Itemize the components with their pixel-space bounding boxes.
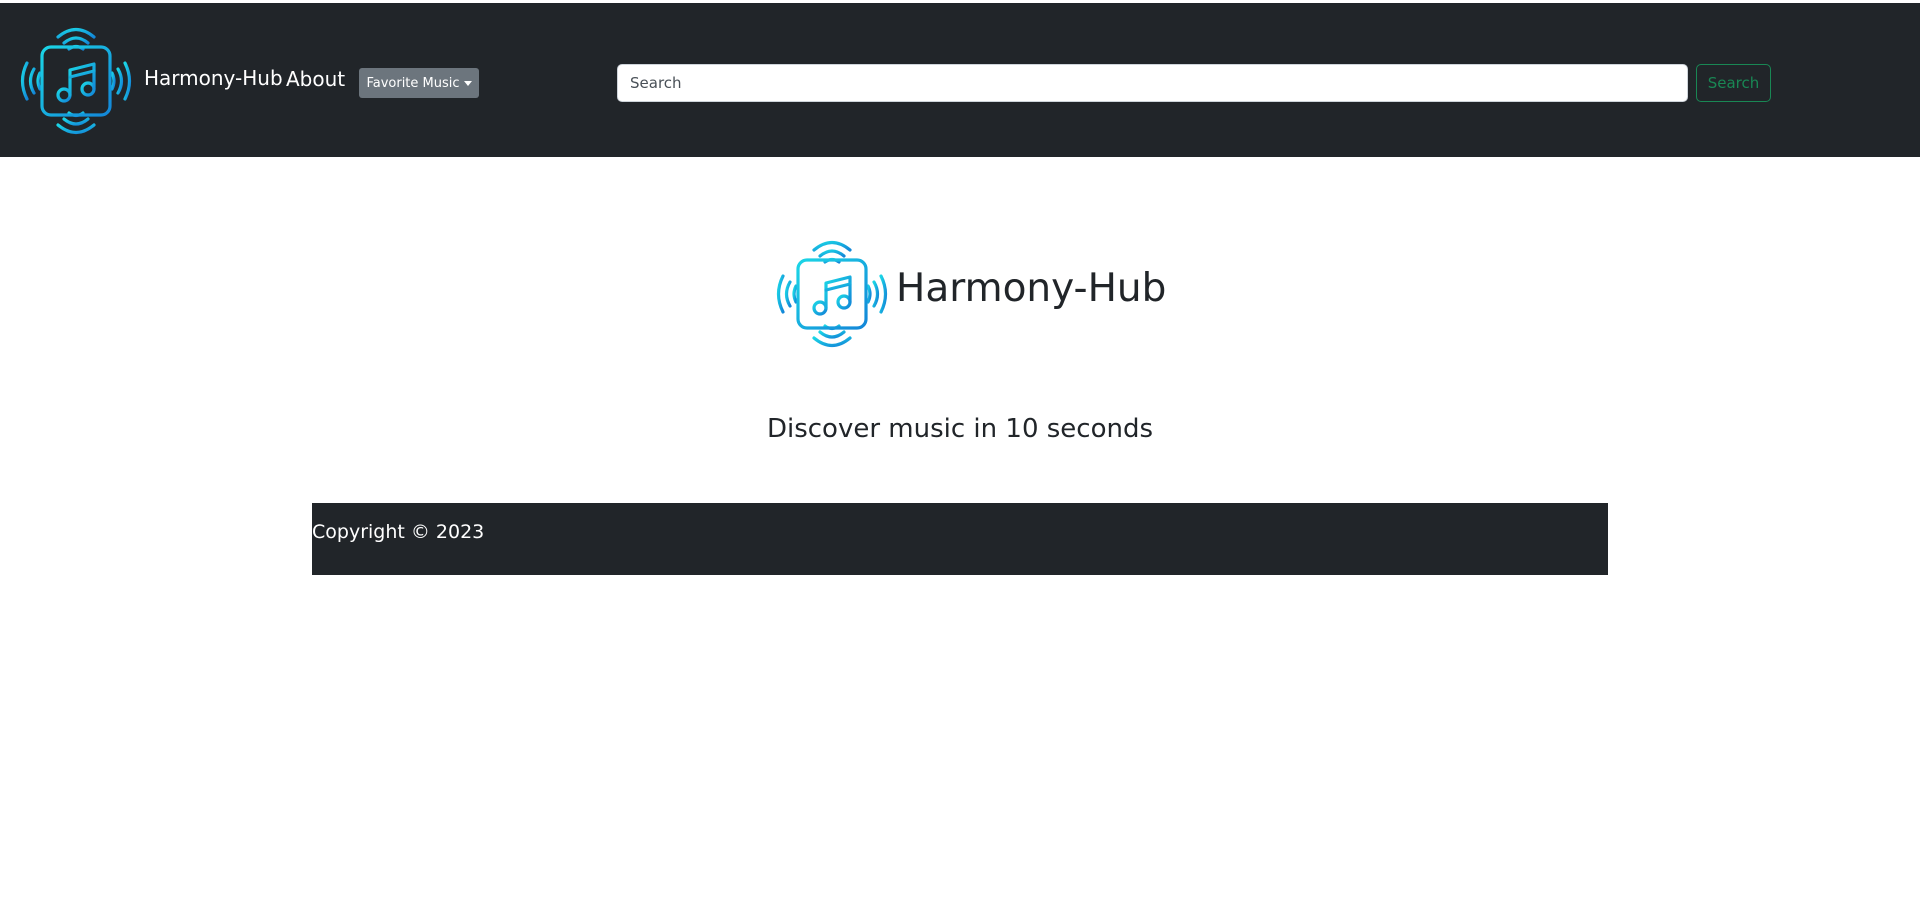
page-title: Harmony-Hub: [896, 266, 1167, 311]
music-note-speaker-icon: [768, 230, 896, 358]
favorite-music-dropdown-button[interactable]: Favorite Music: [359, 68, 479, 98]
favorite-music-label: Favorite Music: [366, 75, 460, 91]
search-input[interactable]: [617, 64, 1688, 102]
tagline: Discover music in 10 seconds: [766, 414, 1154, 444]
copyright-text: Copyright © 2023: [312, 521, 485, 543]
footer: Copyright © 2023: [312, 503, 1608, 575]
caret-down-icon: [463, 81, 472, 86]
search-button[interactable]: Search: [1696, 64, 1771, 102]
navbar: Harmony-Hub About Favorite Music Search: [0, 3, 1920, 157]
nav-about-link[interactable]: About: [286, 67, 345, 91]
brand-link[interactable]: Harmony-Hub: [144, 66, 283, 90]
music-note-speaker-icon[interactable]: [12, 17, 140, 145]
